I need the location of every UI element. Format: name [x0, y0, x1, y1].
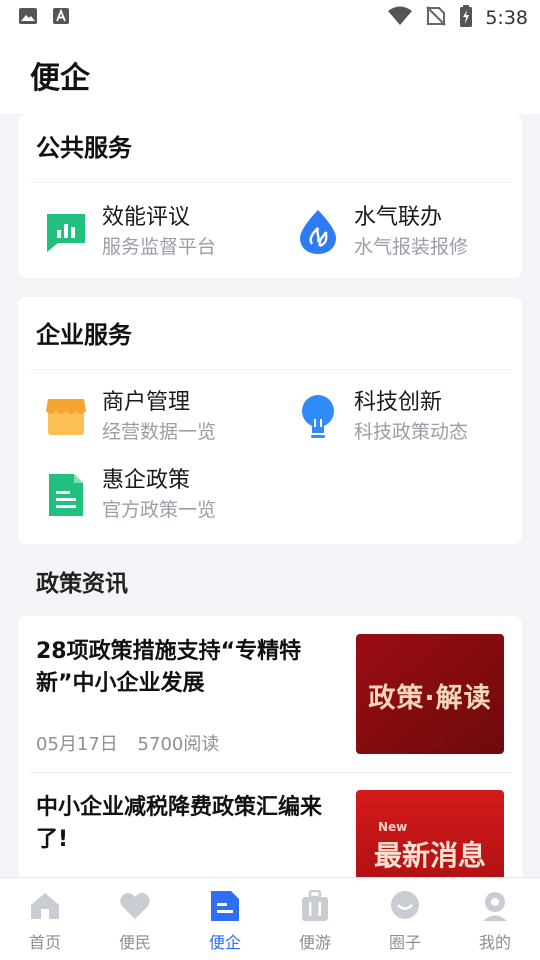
news-card: 28项政策措施支持“专精特新”中小企业发展 05月17日 5700阅读 政策·解…	[18, 616, 522, 877]
service-name: 商户管理	[102, 390, 191, 415]
status-bar: 5:38	[0, 0, 540, 36]
shop-icon	[44, 395, 88, 439]
tab-label: 便企	[208, 933, 241, 952]
tab-label: 我的	[478, 933, 511, 952]
lightbulb-icon	[296, 395, 340, 439]
service-enterprise-policy[interactable]: 惠企政策 官方政策一览	[44, 467, 216, 523]
main-content[interactable]: 公共服务 效能评议 服务监督平台 水气联办 水气报装报修 企业服务 商户管理 经…	[0, 114, 540, 877]
news-title: 中小企业减税降费政策汇编来了!	[36, 795, 323, 852]
service-name: 水气联办	[354, 205, 443, 230]
home-icon	[28, 889, 62, 923]
tab-enterprise[interactable]: 便企	[180, 878, 270, 960]
service-merchant-management[interactable]: 商户管理 经营数据一览	[44, 389, 216, 445]
clock: 5:38	[485, 7, 528, 29]
heart-icon	[118, 889, 152, 923]
no-signal-icon	[425, 6, 447, 30]
news-thumb-badge: New	[378, 820, 408, 834]
font-icon	[52, 7, 70, 29]
divider	[30, 369, 510, 370]
tab-home[interactable]: 首页	[0, 878, 90, 960]
news-item[interactable]: 中小企业减税降费政策汇编来了! New 最新消息	[36, 790, 504, 877]
document-icon	[44, 473, 88, 517]
bottom-tab-bar: 首页 便民 便企 便游 圈子 我的	[0, 877, 540, 960]
wifi-icon	[387, 6, 413, 30]
news-thumb-text: 政策·解读	[368, 683, 492, 714]
chat-bubble-icon	[388, 889, 422, 923]
service-subtitle: 经营数据一览	[102, 421, 217, 443]
water-drop-icon	[296, 210, 340, 254]
service-subtitle: 服务监督平台	[102, 236, 217, 258]
news-thumb-text: 最新消息	[373, 839, 486, 872]
tab-label: 首页	[28, 933, 61, 952]
luggage-icon	[298, 889, 332, 923]
tab-convenience[interactable]: 便民	[90, 878, 180, 960]
news-item[interactable]: 28项政策措施支持“专精特新”中小企业发展 05月17日 5700阅读 政策·解…	[36, 634, 504, 756]
service-tech-innovation[interactable]: 科技创新 科技政策动态	[296, 389, 468, 445]
tab-travel[interactable]: 便游	[270, 878, 360, 960]
news-thumbnail: 政策·解读	[356, 634, 504, 754]
news-reads: 5700阅读	[137, 734, 220, 755]
page-title: 便企	[30, 61, 90, 96]
divider	[30, 182, 510, 183]
tab-profile[interactable]: 我的	[450, 878, 540, 960]
news-section-title: 政策资讯	[36, 571, 128, 597]
profile-icon	[478, 889, 512, 923]
service-subtitle: 水气报装报修	[354, 236, 469, 258]
public-services-card: 公共服务 效能评议 服务监督平台 水气联办 水气报装报修	[18, 114, 522, 278]
service-subtitle: 官方政策一览	[102, 499, 217, 521]
enterprise-doc-icon	[208, 889, 242, 923]
news-date: 05月17日	[36, 734, 118, 755]
chart-bubble-icon	[44, 210, 88, 254]
battery-charging-icon	[459, 5, 473, 31]
service-name: 科技创新	[354, 390, 443, 415]
news-thumbnail: New 最新消息	[356, 790, 504, 877]
tab-label: 圈子	[388, 933, 421, 952]
news-title: 28项政策措施支持“专精特新”中小企业发展	[36, 639, 302, 696]
image-icon	[18, 7, 38, 29]
tab-label: 便游	[298, 933, 331, 952]
tab-circle[interactable]: 圈子	[360, 878, 450, 960]
service-subtitle: 科技政策动态	[354, 421, 469, 443]
public-services-title: 公共服务	[36, 134, 132, 162]
service-name: 惠企政策	[102, 468, 191, 493]
top-bar: 便企	[0, 36, 540, 114]
enterprise-services-card: 企业服务 商户管理 经营数据一览 科技创新 科技政策动态 惠企政策 官方政策一览	[18, 297, 522, 544]
service-efficiency-review[interactable]: 效能评议 服务监督平台	[44, 204, 216, 260]
enterprise-services-title: 企业服务	[36, 321, 132, 349]
news-divider	[30, 772, 510, 773]
service-water-gas[interactable]: 水气联办 水气报装报修	[296, 204, 468, 260]
service-name: 效能评议	[102, 205, 191, 230]
tab-label: 便民	[118, 933, 151, 952]
news-meta: 05月17日 5700阅读	[36, 730, 219, 756]
